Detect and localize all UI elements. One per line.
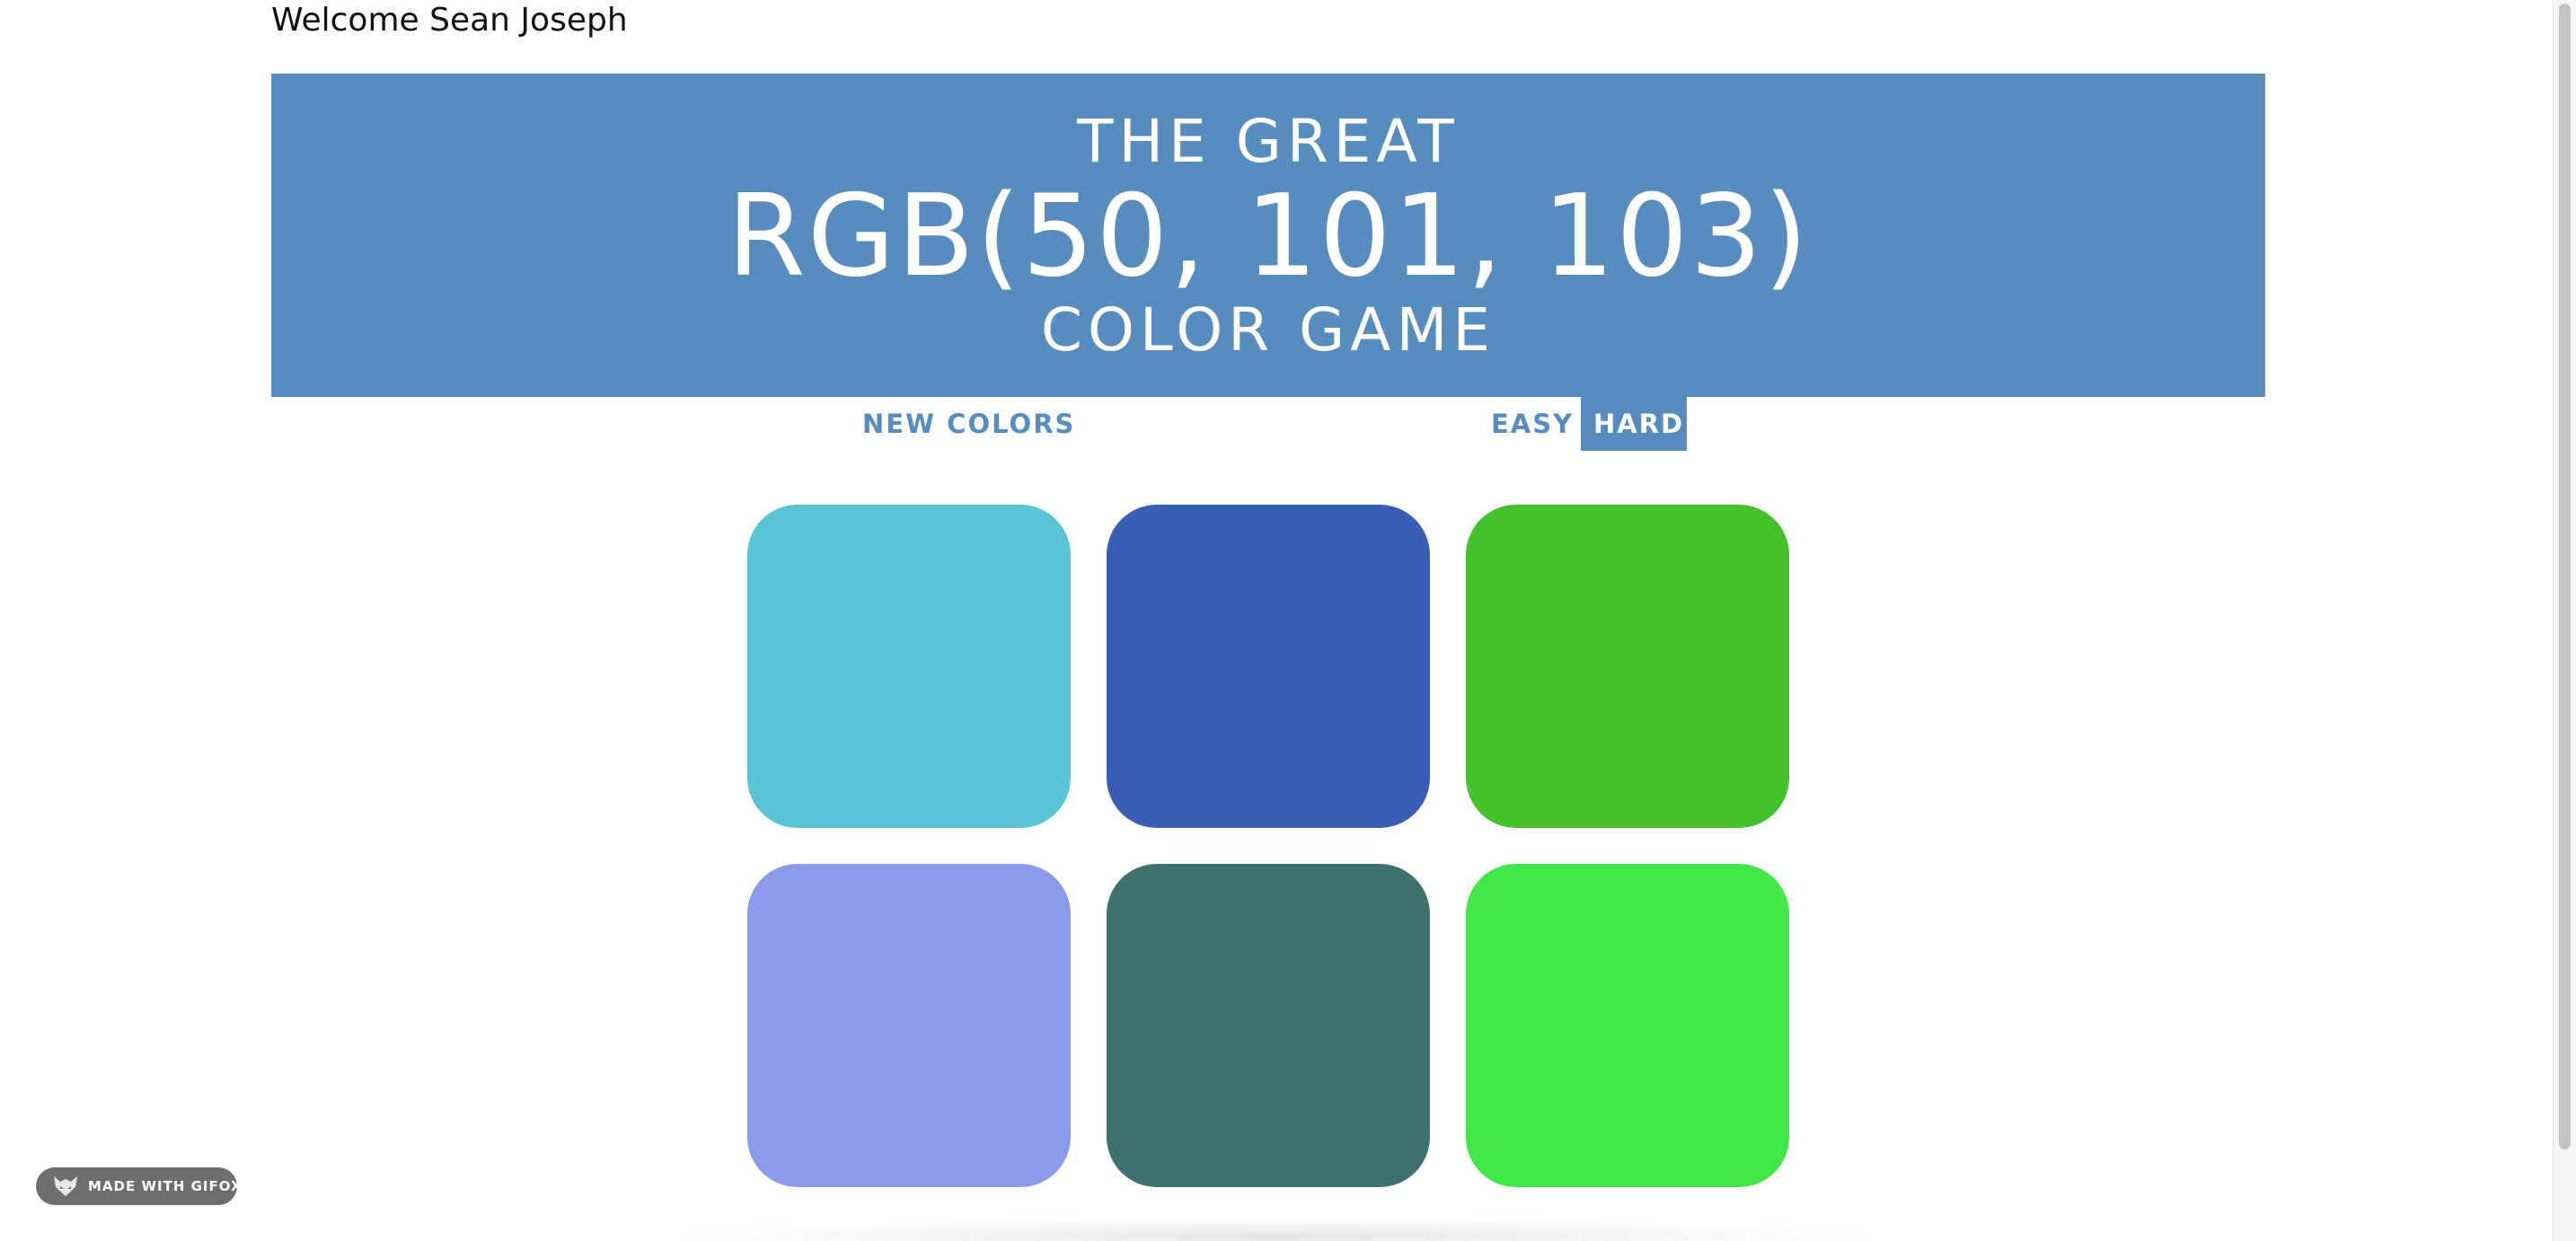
scrollbar-thumb[interactable]	[2559, 4, 2571, 1149]
color-square[interactable]	[1466, 864, 1789, 1187]
color-square[interactable]	[1107, 864, 1430, 1187]
color-square[interactable]	[747, 864, 1071, 1187]
color-square[interactable]	[1107, 505, 1430, 828]
header-title-top: THE GREAT	[1077, 107, 1460, 176]
color-square[interactable]	[747, 505, 1071, 828]
hard-mode-button[interactable]: HARD	[1581, 397, 1687, 451]
color-square[interactable]	[1466, 505, 1789, 828]
bottom-shadow	[665, 1218, 1886, 1241]
new-colors-button[interactable]: NEW COLORS	[850, 397, 1073, 451]
watermark-label: MADE WITH GIFOX	[88, 1178, 243, 1194]
welcome-message: Welcome Sean Joseph	[271, 2, 628, 39]
game-header: THE GREAT RGB(50, 101, 103) COLOR GAME	[271, 74, 2265, 397]
vertical-scrollbar[interactable]	[2553, 0, 2576, 1241]
gifox-watermark[interactable]: MADE WITH GIFOX	[36, 1167, 242, 1205]
target-color-display: RGB(50, 101, 103)	[727, 170, 1810, 302]
fox-icon	[54, 1176, 77, 1196]
easy-mode-button[interactable]: EASY	[1478, 397, 1581, 451]
header-title-bottom: COLOR GAME	[1040, 295, 1496, 365]
